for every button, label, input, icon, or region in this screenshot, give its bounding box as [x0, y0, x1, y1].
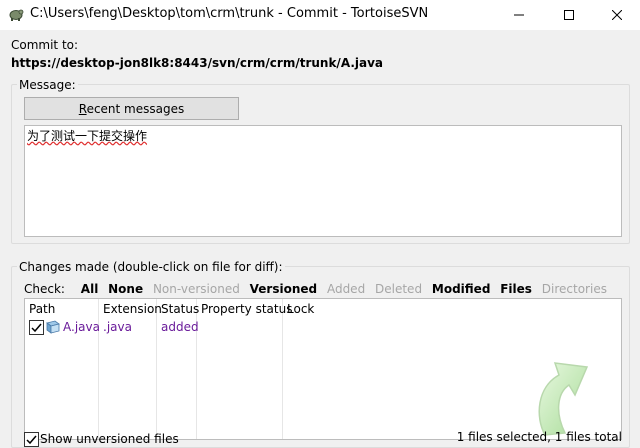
filter-deleted[interactable]: Deleted — [375, 282, 422, 296]
header-status[interactable]: Status — [161, 302, 199, 316]
show-unversioned-checkbox[interactable] — [24, 432, 39, 447]
filter-files[interactable]: Files — [500, 282, 532, 296]
check-label: Check: — [24, 282, 65, 296]
header-lock[interactable]: Lock — [287, 302, 314, 316]
title-bar: C:\Users\feng\Desktop\tom\crm\trunk - Co… — [0, 0, 640, 30]
window-title: C:\Users\feng\Desktop\tom\crm\trunk - Co… — [30, 6, 429, 21]
message-textarea[interactable]: 为了测试一下提交操作 — [24, 125, 622, 237]
row-extension: .java — [103, 320, 132, 334]
column-property-status — [196, 299, 283, 439]
header-property-status[interactable]: Property status — [201, 302, 292, 316]
filter-added[interactable]: Added — [327, 282, 365, 296]
filter-modified[interactable]: Modified — [432, 282, 491, 296]
maximize-button[interactable] — [546, 0, 592, 30]
filter-directories[interactable]: Directories — [542, 282, 607, 296]
recent-messages-button[interactable]: Recent messages — [24, 97, 239, 120]
header-extension[interactable]: Extension — [103, 302, 162, 316]
changes-label: Changes made (double-click on file for d… — [17, 260, 285, 274]
changes-list[interactable]: Path Extension Status Property status Lo… — [24, 298, 622, 440]
close-button[interactable] — [594, 0, 640, 30]
check-filter-row: Check: All None Non-versioned Versioned … — [24, 282, 613, 296]
filter-none[interactable]: None — [108, 282, 143, 296]
filter-versioned[interactable]: Versioned — [250, 282, 317, 296]
header-path[interactable]: Path — [29, 302, 55, 316]
filter-all[interactable]: All — [81, 282, 99, 296]
commit-to-label: Commit to: — [11, 38, 79, 52]
minimize-button[interactable] — [496, 0, 542, 30]
commit-arrow-icon — [531, 337, 601, 439]
java-file-icon — [45, 319, 61, 338]
file-count-status: 1 files selected, 1 files total — [456, 430, 622, 444]
row-path: A.java — [63, 320, 100, 334]
recent-messages-label: Recent messages — [78, 101, 185, 116]
commit-url: https://desktop-jon8lk8:8443/svn/crm/crm… — [11, 56, 384, 70]
tortoisesvn-icon — [8, 6, 24, 22]
filter-non-versioned[interactable]: Non-versioned — [153, 282, 240, 296]
row-checkbox[interactable] — [29, 320, 44, 335]
message-label: Message: — [17, 78, 78, 92]
message-text: 为了测试一下提交操作 — [27, 129, 148, 143]
show-unversioned-label[interactable]: Show unversioned files — [40, 432, 179, 446]
row-status: added — [161, 320, 199, 334]
